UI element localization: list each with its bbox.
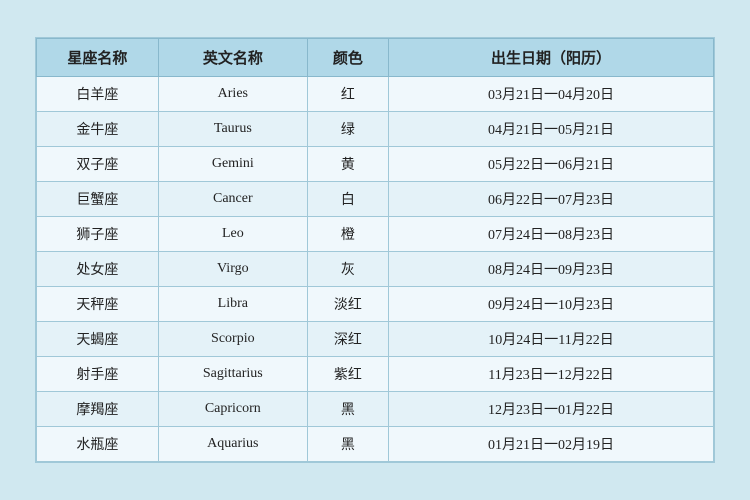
cell-en: Leo [158, 217, 307, 252]
cell-en: Sagittarius [158, 357, 307, 392]
table-header-row: 星座名称 英文名称 颜色 出生日期（阳历） [37, 39, 714, 77]
cell-en: Aquarius [158, 427, 307, 462]
cell-date: 01月21日一02月19日 [389, 427, 714, 462]
cell-en: Libra [158, 287, 307, 322]
cell-color: 黑 [307, 427, 388, 462]
header-date: 出生日期（阳历） [389, 39, 714, 77]
cell-zh: 水瓶座 [37, 427, 159, 462]
cell-color: 橙 [307, 217, 388, 252]
cell-en: Gemini [158, 147, 307, 182]
table-row: 水瓶座Aquarius黑01月21日一02月19日 [37, 427, 714, 462]
cell-zh: 狮子座 [37, 217, 159, 252]
cell-color: 灰 [307, 252, 388, 287]
cell-color: 红 [307, 77, 388, 112]
cell-zh: 白羊座 [37, 77, 159, 112]
table-body: 白羊座Aries红03月21日一04月20日金牛座Taurus绿04月21日一0… [37, 77, 714, 462]
cell-color: 黑 [307, 392, 388, 427]
table-row: 巨蟹座Cancer白06月22日一07月23日 [37, 182, 714, 217]
table-row: 天蝎座Scorpio深红10月24日一11月22日 [37, 322, 714, 357]
cell-date: 11月23日一12月22日 [389, 357, 714, 392]
header-zh: 星座名称 [37, 39, 159, 77]
cell-date: 06月22日一07月23日 [389, 182, 714, 217]
table-row: 天秤座Libra淡红09月24日一10月23日 [37, 287, 714, 322]
table-row: 白羊座Aries红03月21日一04月20日 [37, 77, 714, 112]
cell-zh: 天蝎座 [37, 322, 159, 357]
cell-color: 绿 [307, 112, 388, 147]
header-en: 英文名称 [158, 39, 307, 77]
table-row: 射手座Sagittarius紫红11月23日一12月22日 [37, 357, 714, 392]
cell-date: 03月21日一04月20日 [389, 77, 714, 112]
cell-zh: 双子座 [37, 147, 159, 182]
cell-date: 05月22日一06月21日 [389, 147, 714, 182]
table-row: 双子座Gemini黄05月22日一06月21日 [37, 147, 714, 182]
zodiac-table: 星座名称 英文名称 颜色 出生日期（阳历） 白羊座Aries红03月21日一04… [36, 38, 714, 462]
cell-en: Capricorn [158, 392, 307, 427]
cell-zh: 天秤座 [37, 287, 159, 322]
cell-date: 07月24日一08月23日 [389, 217, 714, 252]
table-row: 狮子座Leo橙07月24日一08月23日 [37, 217, 714, 252]
cell-color: 深红 [307, 322, 388, 357]
cell-color: 紫红 [307, 357, 388, 392]
cell-color: 黄 [307, 147, 388, 182]
cell-zh: 巨蟹座 [37, 182, 159, 217]
cell-en: Aries [158, 77, 307, 112]
cell-en: Taurus [158, 112, 307, 147]
cell-date: 08月24日一09月23日 [389, 252, 714, 287]
cell-date: 04月21日一05月21日 [389, 112, 714, 147]
cell-en: Cancer [158, 182, 307, 217]
cell-en: Scorpio [158, 322, 307, 357]
cell-date: 09月24日一10月23日 [389, 287, 714, 322]
cell-zh: 摩羯座 [37, 392, 159, 427]
table-row: 摩羯座Capricorn黑12月23日一01月22日 [37, 392, 714, 427]
header-color: 颜色 [307, 39, 388, 77]
zodiac-table-container: 星座名称 英文名称 颜色 出生日期（阳历） 白羊座Aries红03月21日一04… [35, 37, 715, 463]
table-row: 金牛座Taurus绿04月21日一05月21日 [37, 112, 714, 147]
cell-en: Virgo [158, 252, 307, 287]
table-row: 处女座Virgo灰08月24日一09月23日 [37, 252, 714, 287]
cell-zh: 射手座 [37, 357, 159, 392]
cell-date: 12月23日一01月22日 [389, 392, 714, 427]
cell-color: 淡红 [307, 287, 388, 322]
cell-zh: 金牛座 [37, 112, 159, 147]
cell-zh: 处女座 [37, 252, 159, 287]
cell-color: 白 [307, 182, 388, 217]
cell-date: 10月24日一11月22日 [389, 322, 714, 357]
